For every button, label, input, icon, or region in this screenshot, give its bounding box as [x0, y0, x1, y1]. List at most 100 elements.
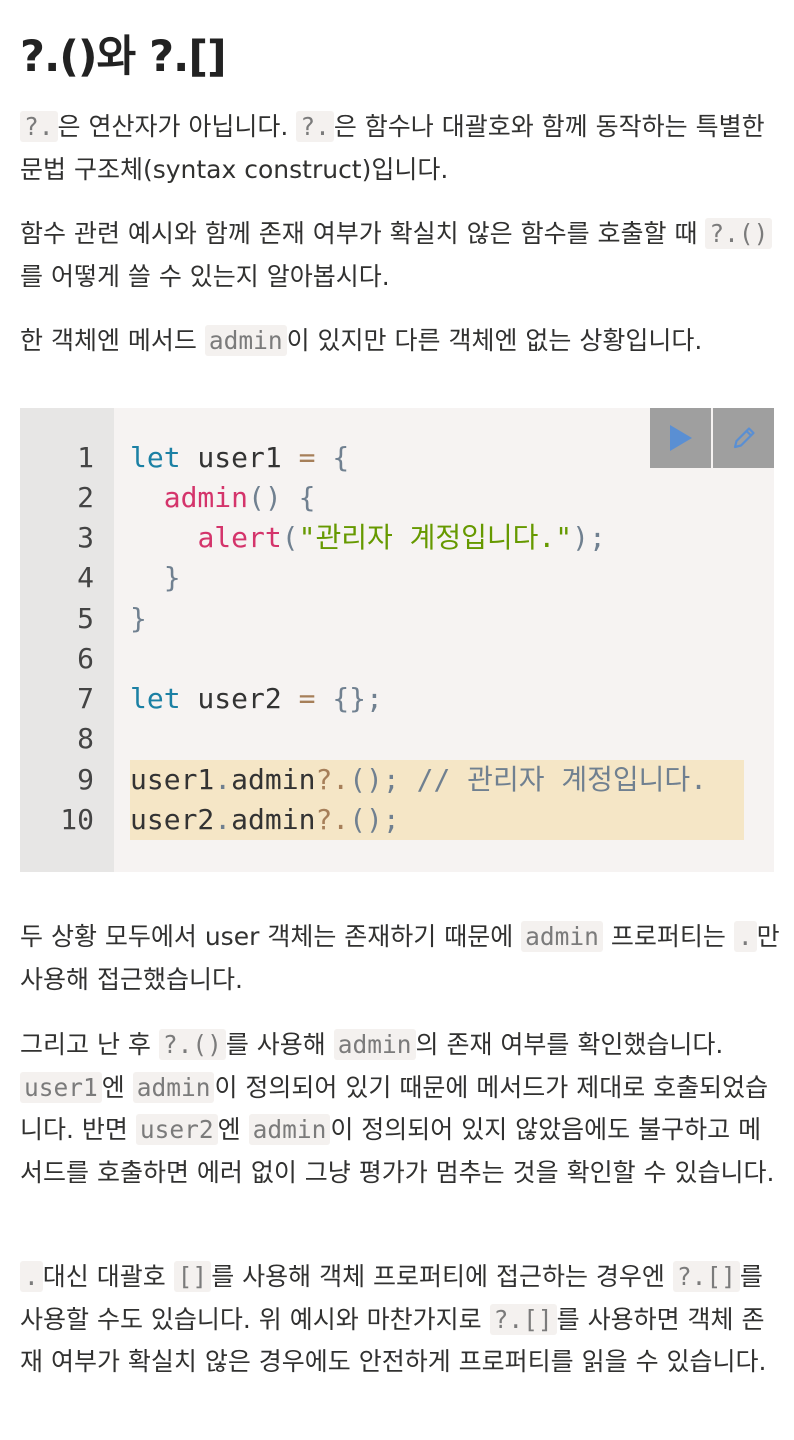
code-text: admin() { [130, 478, 316, 518]
identifier: user1 [130, 763, 215, 796]
text: 한 객체엔 메서드 [20, 326, 205, 355]
code-line: 8 [20, 719, 774, 759]
text: 대신 대괄호 [42, 1262, 174, 1291]
line-number: 8 [77, 722, 94, 755]
inline-code: admin [132, 1071, 215, 1103]
text: 를 어떻게 쓸 수 있는지 알아봅시다. [20, 261, 390, 291]
inline-code: admin [204, 325, 287, 356]
identifier: user1 [180, 441, 299, 474]
inline-code: admin [521, 921, 603, 952]
line-number: 6 [77, 642, 94, 675]
code-text: } [130, 599, 147, 639]
punctuation: { [332, 441, 350, 474]
code-line: 3 alert("관리자 계정입니다."); [20, 518, 774, 558]
inline-code: user2 [135, 1114, 218, 1145]
text: 엔 [217, 1115, 249, 1144]
code-line: 6 [20, 639, 774, 679]
keyword: let [130, 441, 181, 474]
code-text: let user2 = {}; [130, 679, 383, 719]
string-literal: "관리자 계정입니다." [298, 521, 573, 554]
line-number: 1 [77, 441, 94, 474]
code-text: let user1 = { [130, 438, 349, 478]
article: ?.()와 ?.[] ?. 은 연산자가 아닙니다. ?. 은 함수나 대괄호와 함… [0, 0, 794, 1440]
punctuation: ( [281, 521, 299, 554]
paragraph-intro: ?. 은 연산자가 아닙니다. ?. 은 함수나 대괄호와 함께 동작하는 특별한 … [20, 106, 780, 191]
punctuation: () [248, 481, 282, 514]
keyword: let [130, 682, 181, 715]
identifier: user2 [180, 682, 299, 715]
paragraph-function-call: 함수 관련 예시와 함께 존재 여부가 확실치 않은 함수를 호출할 때 ?.(… [20, 213, 780, 298]
inline-code: ?.() [705, 218, 773, 249]
code-line: 9 user1.admin?.(); // 관리자 계정입니다. [20, 760, 774, 800]
paragraph-situation: 한 객체엔 메서드 admin 이 있지만 다른 객체엔 없는 상황입니다. [20, 320, 780, 363]
text: 이 있지만 다른 객체엔 없는 상황입니다. [286, 326, 703, 355]
punctuation: . [214, 763, 232, 796]
text: 은 연산자가 아닙니다. [57, 112, 297, 141]
text: 를 사용해 객체 프로퍼티에 접근하는 경우엔 [211, 1262, 673, 1291]
inline-code: . [20, 1261, 43, 1292]
inline-code: user1 [20, 1071, 102, 1103]
paragraph-bracket-access: . 대신 대괄호 [] 를 사용해 객체 프로퍼티에 접근하는 경우엔 ?.[] 를 … [20, 1256, 780, 1384]
text: 함수 관련 예시와 함께 존재 여부가 확실치 않은 함수를 호출할 때 [20, 219, 706, 248]
line-number: 7 [77, 682, 94, 715]
code-text: } [130, 558, 181, 598]
paragraph-result: 그리고 난 후 ?.() 를 사용해 admin 의 존재 여부를 확인했습니다. … [20, 1024, 780, 1194]
operator: = [298, 441, 316, 474]
page-title: ?.()와 ?.[] [20, 32, 227, 82]
punctuation: } [130, 602, 147, 635]
operator: ?. [315, 803, 350, 836]
inline-code: ?.() [158, 1029, 226, 1060]
code-line: 1 let user1 = { [20, 438, 774, 478]
code-line: 10 user2.admin?.(); [20, 800, 774, 840]
code-line: 4 } [20, 558, 774, 598]
inline-code: admin [333, 1029, 416, 1060]
text: 를 사용해 [225, 1030, 334, 1059]
code-text: alert("관리자 계정입니다."); [130, 518, 606, 558]
inline-code: ?. [20, 111, 58, 142]
function-name: alert [197, 521, 282, 554]
operator: = [298, 682, 316, 715]
code-text: user1.admin?.(); // 관리자 계정입니다. [130, 760, 707, 800]
code-line: 7 let user2 = {}; [20, 679, 774, 719]
inline-code: ?.[] [489, 1303, 557, 1335]
punctuation: { [298, 481, 316, 514]
text: 두 상황 모두에서 user 객체는 존재하기 때문에 [20, 922, 522, 951]
text: 엔 [101, 1072, 133, 1102]
comment: // 관리자 계정입니다. [399, 763, 707, 796]
line-number: 9 [77, 763, 94, 796]
line-number: 3 [77, 521, 94, 554]
inline-code: . [733, 921, 757, 952]
identifier: admin [231, 763, 316, 796]
inline-code: [] [173, 1261, 212, 1292]
punctuation: (); [349, 803, 400, 836]
line-number: 10 [60, 803, 94, 836]
text: 그리고 난 후 [20, 1030, 159, 1059]
inline-code: ?.[] [672, 1261, 740, 1292]
line-number: 5 [77, 602, 94, 635]
code-line: 2 admin() { [20, 478, 774, 518]
inline-code: ?. [296, 111, 334, 142]
function-name: admin [163, 481, 249, 514]
text: 의 존재 여부를 확인했습니다. [415, 1030, 724, 1059]
line-number: 4 [77, 561, 94, 594]
identifier: user2 [130, 803, 215, 836]
punctuation: ); [572, 521, 606, 554]
line-number: 2 [77, 481, 94, 514]
code-example: 1 let user1 = { 2 admin() { 3 alert("관리자… [20, 408, 774, 872]
code-text: user2.admin?.(); [130, 800, 400, 840]
paragraph-explanation: 두 상황 모두에서 user 객체는 존재하기 때문에 admin 프로퍼티는 … [20, 916, 780, 1001]
operator: ?. [315, 763, 350, 796]
punctuation: } [163, 561, 181, 594]
punctuation: (); [349, 763, 400, 796]
inline-code: admin [248, 1114, 331, 1145]
punctuation: {}; [332, 682, 383, 715]
text: 프로퍼티는 [602, 922, 734, 951]
identifier: admin [231, 803, 316, 836]
punctuation: . [214, 803, 232, 836]
